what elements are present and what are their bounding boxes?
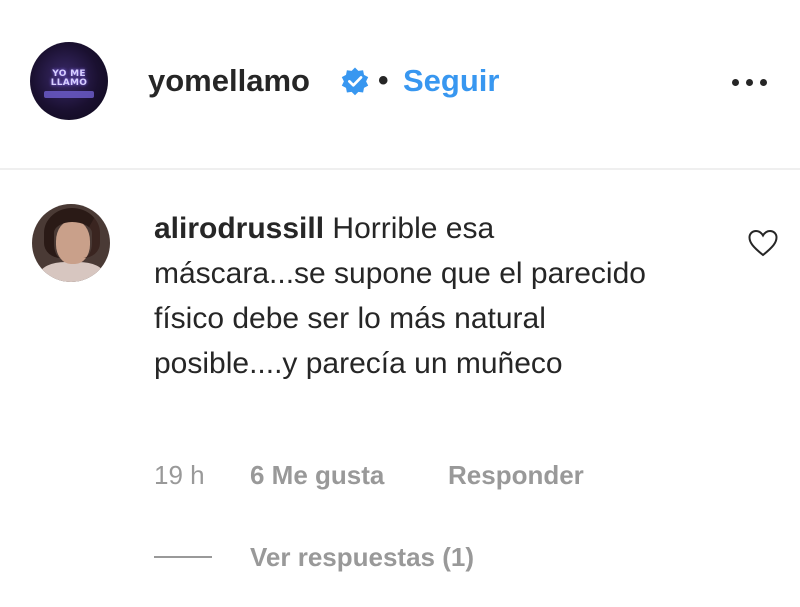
avatar-logo-text: YO ME LLAMO	[50, 69, 88, 88]
avatar-logo-bar	[44, 91, 94, 98]
comment-likes[interactable]: 6 Me gusta	[250, 458, 384, 492]
avatar-shirt	[40, 262, 104, 282]
account-username[interactable]: yomellamo	[148, 62, 310, 100]
commenter-username[interactable]: alirodrussill	[154, 212, 324, 245]
comment-time[interactable]: 19 h	[154, 458, 205, 492]
comment-body: alirodrussill Horrible esa máscara...se …	[154, 206, 674, 386]
replies-divider-line	[154, 556, 212, 558]
more-options-icon[interactable]	[728, 70, 770, 94]
account-avatar[interactable]: YO ME LLAMO	[30, 42, 108, 120]
view-replies-button[interactable]: Ver respuestas (1)	[250, 540, 474, 574]
commenter-avatar[interactable]	[32, 204, 110, 282]
follow-button[interactable]: Seguir	[403, 62, 499, 100]
header-divider	[0, 168, 800, 170]
verified-badge-icon	[341, 67, 369, 96]
heart-outline-icon[interactable]	[747, 228, 779, 258]
header-separator: •	[378, 64, 389, 97]
avatar-hair	[44, 208, 100, 258]
reply-button[interactable]: Responder	[448, 458, 584, 492]
post-header: YO ME LLAMO yomellamo • Seguir	[0, 0, 800, 168]
